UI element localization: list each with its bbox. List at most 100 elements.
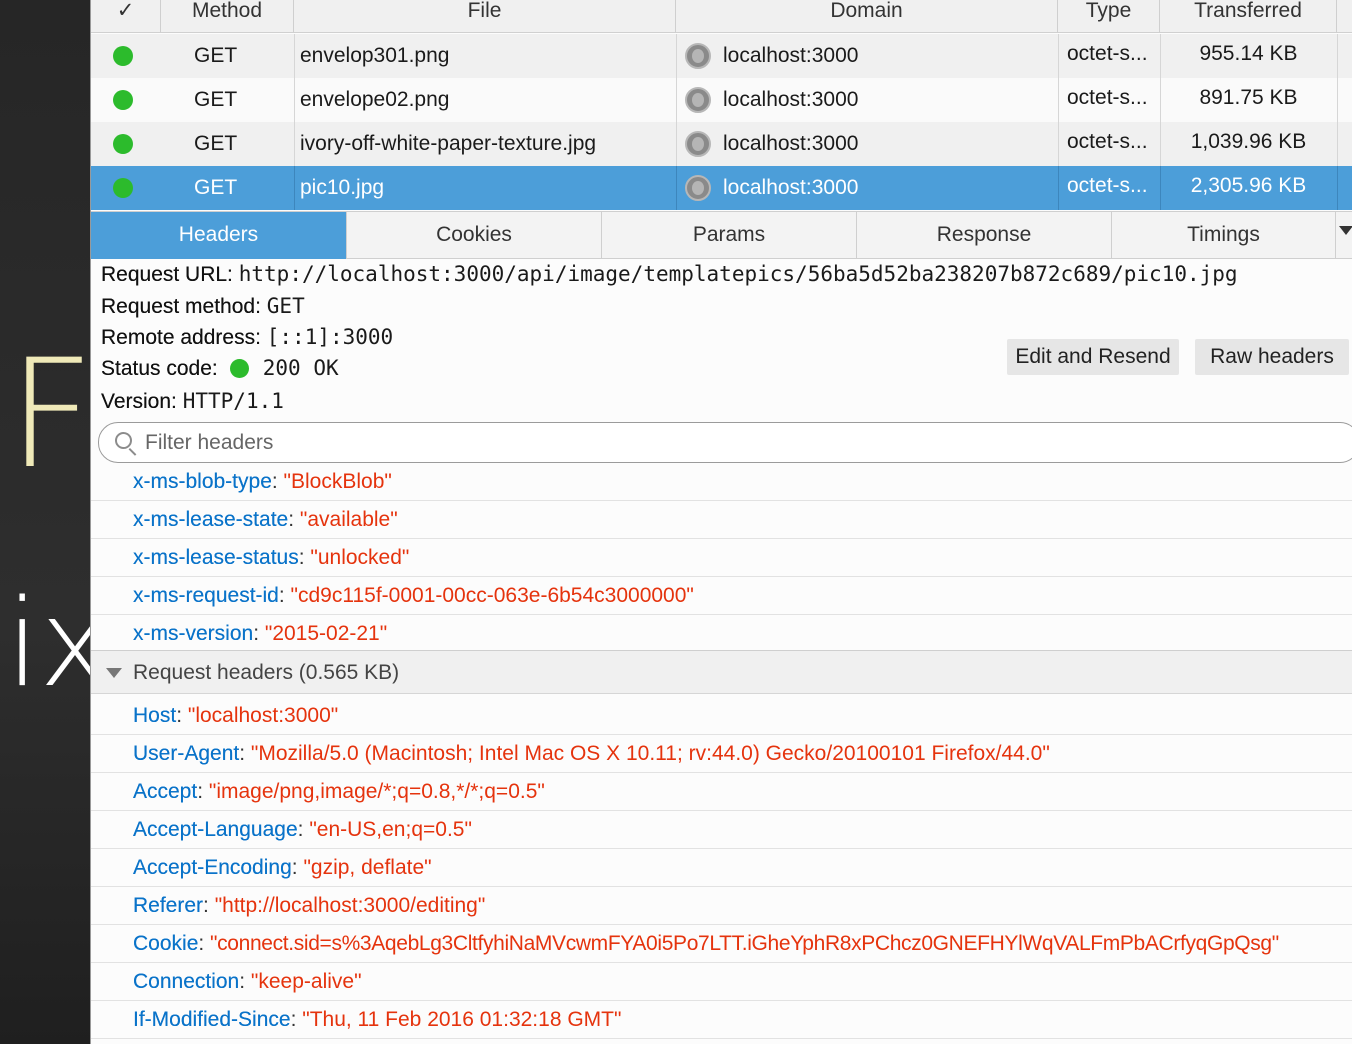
network-panel: ✓ Method File Domain Type Transferred GE… [90,0,1352,1044]
header-row[interactable]: Connection: "keep-alive" [91,963,1352,1001]
request-url-value: http://localhost:3000/api/image/template… [238,262,1238,286]
header-name: x-ms-lease-state [133,508,289,531]
status-code-line: Status code: 200 OK [101,356,339,381]
request-row[interactable]: GET ivory-off-white-paper-texture.jpg lo… [91,122,1352,166]
header-row[interactable]: x-ms-lease-state: "available" [91,501,1352,539]
column-domain[interactable]: Domain [676,0,1058,33]
tab-response[interactable]: Response [857,212,1112,259]
header-row[interactable]: User-Agent: "Mozilla/5.0 (Macintosh; Int… [91,735,1352,773]
header-row[interactable]: x-ms-version: "2015-02-21" [91,615,1352,653]
request-method-label: Request method: [101,295,261,318]
tab-params[interactable]: Params [602,212,857,259]
request-file: envelope02.png [300,88,450,111]
search-icon [115,432,132,449]
header-value: "Thu, 11 Feb 2016 01:32:18 GMT" [302,1008,622,1031]
version-line: Version: HTTP/1.1 [101,389,284,414]
request-file: pic10.jpg [300,176,385,199]
request-headers-section-toggle[interactable]: Request headers (0.565 KB) [91,650,1352,694]
globe-icon [685,131,711,157]
request-headers-section-title: Request headers (0.565 KB) [133,661,400,684]
request-method: GET [194,176,238,199]
header-value: "connect.sid=s%3AqebLg3CltfyhiNaMVcwmFYA… [210,932,1279,955]
header-name: Accept-Language [133,818,298,841]
column-file[interactable]: File [294,0,676,33]
header-row[interactable]: x-ms-lease-status: "unlocked" [91,539,1352,577]
header-row[interactable]: x-ms-blob-type: "BlockBlob" [91,463,1352,501]
header-value: "unlocked" [310,546,410,569]
header-name: x-ms-lease-status [133,546,299,569]
tab-cookies[interactable]: Cookies [347,212,602,259]
filter-headers-box [98,422,1352,463]
header-row[interactable]: If-Modified-Since: "Thu, 11 Feb 2016 01:… [91,1001,1352,1039]
edit-and-resend-button[interactable]: Edit and Resend [1007,339,1179,375]
header-name: Accept [133,780,198,803]
request-transferred: 2,305.96 KB [1190,174,1307,197]
header-row[interactable]: Referer: "http://localhost:3000/editing" [91,887,1352,925]
details-tabbar: Headers Cookies Params Response Timings [91,211,1352,259]
request-transferred: 1,039.96 KB [1190,130,1307,153]
request-file: ivory-off-white-paper-texture.jpg [300,132,597,155]
remote-address-label: Remote address: [101,326,261,349]
header-value: "http://localhost:3000/editing" [214,894,486,917]
header-name: User-Agent [133,742,240,765]
header-row[interactable]: Host: "localhost:3000" [91,697,1352,735]
request-file: envelop301.png [300,44,450,67]
status-ok-icon [113,134,133,154]
request-transferred: 891.75 KB [1199,86,1298,109]
request-transferred: 955.14 KB [1199,42,1298,65]
background-page: F ix [0,0,90,1044]
header-row[interactable]: x-ms-request-id: "cd9c115f-0001-00cc-063… [91,577,1352,615]
request-method: GET [194,44,238,67]
header-value: "en-US,en;q=0.5" [309,818,472,841]
disclosure-triangle-icon [106,668,122,678]
tab-headers[interactable]: Headers [91,212,347,259]
header-name: Host [133,704,177,727]
globe-icon [685,43,711,69]
request-url-label: Request URL: [101,263,233,286]
status-ok-icon [113,90,133,110]
header-name: Referer [133,894,204,917]
request-url-line: Request URL: http://localhost:3000/api/i… [101,262,1238,287]
status-code-label: Status code: [101,357,218,380]
request-row-selected[interactable]: GET pic10.jpg localhost:3000 octet-s... … [91,166,1352,210]
header-name: x-ms-request-id [133,584,279,607]
header-row[interactable]: Cookie: "connect.sid=s%3AqebLg3CltfyhiNa… [91,925,1352,963]
request-method-line: Request method: GET [101,294,305,319]
header-name: x-ms-blob-type [133,470,272,493]
request-method: GET [194,88,238,111]
header-value: "available" [299,508,398,531]
header-value: "gzip, deflate" [303,856,432,879]
request-method: GET [194,132,238,155]
globe-icon [685,175,711,201]
header-value: "keep-alive" [250,970,362,993]
header-row[interactable]: Accept: "image/png,image/*;q=0.8,*/*;q=0… [91,773,1352,811]
request-domain: localhost:3000 [723,132,859,155]
globe-icon [685,87,711,113]
column-status[interactable]: ✓ [91,0,161,33]
header-row[interactable]: Accept-Encoding: "gzip, deflate" [91,849,1352,887]
remote-address-line: Remote address: [::1]:3000 [101,325,393,350]
request-type: octet-s... [1067,130,1148,153]
status-ok-icon [113,46,133,66]
request-type: octet-s... [1067,174,1148,197]
filter-headers-input[interactable] [145,429,1245,457]
header-value: "cd9c115f-0001-00cc-063e-6b54c3000000" [290,584,694,607]
request-domain: localhost:3000 [723,88,859,111]
column-method[interactable]: Method [161,0,294,33]
column-type[interactable]: Type [1058,0,1160,33]
tab-timings[interactable]: Timings [1112,212,1336,259]
version-label: Version: [101,390,177,413]
header-row[interactable]: Accept-Language: "en-US,en;q=0.5" [91,811,1352,849]
raw-headers-button[interactable]: Raw headers [1195,339,1349,375]
column-transferred[interactable]: Transferred [1160,0,1337,33]
version-value: HTTP/1.1 [182,389,284,413]
status-code-value: 200 OK [262,356,339,380]
tabs-overflow-icon[interactable] [1339,226,1352,235]
header-value: "image/png,image/*;q=0.8,*/*;q=0.5" [208,780,545,803]
request-type: octet-s... [1067,86,1148,109]
request-row[interactable]: GET envelop301.png localhost:3000 octet-… [91,34,1352,78]
request-row[interactable]: GET envelope02.png localhost:3000 octet-… [91,78,1352,122]
header-value: "localhost:3000" [187,704,339,727]
background-text: ix [6,575,90,714]
header-name: Cookie [133,932,199,955]
